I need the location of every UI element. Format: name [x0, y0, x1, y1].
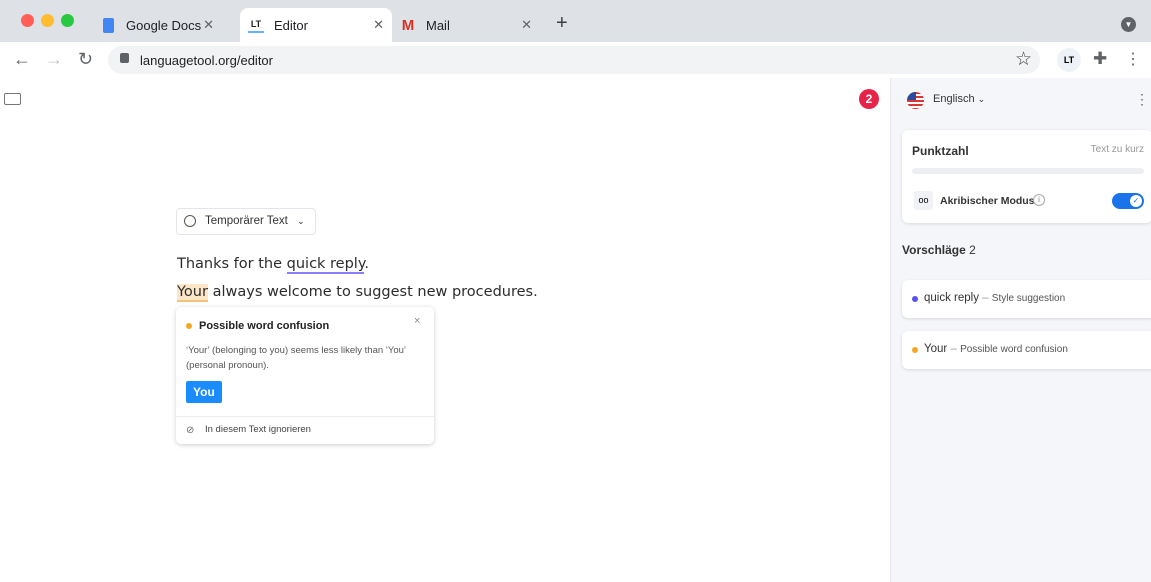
tab-label: Google Docs: [126, 17, 202, 33]
tab-editor[interactable]: LT Editor ✕: [240, 8, 392, 42]
document-menu-label: Temporärer Text: [205, 215, 288, 227]
close-tab-icon[interactable]: ✕: [203, 17, 214, 33]
extensions-puzzle-icon[interactable]: ✚: [1093, 49, 1107, 69]
close-tab-icon[interactable]: ✕: [373, 17, 384, 33]
suggestion-type: Style suggestion: [991, 293, 1066, 304]
text: always welcome to suggest new procedures…: [207, 284, 538, 300]
picky-mode-toggle[interactable]: ✓: [1112, 193, 1144, 209]
tab-google-docs[interactable]: Google Docs ✕: [92, 8, 222, 42]
document-menu[interactable]: Temporärer Text ⌄: [176, 208, 316, 235]
suggestion-word: Your: [924, 343, 948, 355]
score-progress-bar: [912, 168, 1144, 174]
forward-button[interactable]: →: [45, 49, 63, 70]
maximize-window-button[interactable]: [61, 14, 74, 27]
chevron-down-icon: ⌄: [297, 216, 305, 226]
confusion-dot-icon: [186, 323, 192, 329]
tab-label: Editor: [274, 17, 308, 33]
address-bar[interactable]: languagetool.org/editor ☆: [108, 46, 1040, 74]
google-docs-icon: [100, 17, 116, 33]
tab-bar: Google Docs ✕ LT Editor ✕ M Mail ✕ + ▼: [0, 0, 1151, 42]
ignore-label: In diesem Text ignorieren: [205, 424, 311, 435]
browser-toolbar: ← → ↻ languagetool.org/editor ☆ LT ✚ ⋮: [0, 42, 1151, 78]
suggestion-type: Possible word confusion: [960, 344, 1068, 355]
confusion-dot-icon: [912, 347, 918, 353]
close-window-button[interactable]: [21, 14, 34, 27]
clock-icon: [184, 215, 196, 227]
sidebar-menu-icon[interactable]: ⋮: [1135, 91, 1149, 108]
score-label: Punktzahl: [912, 144, 969, 158]
suggestion-word: quick reply: [924, 292, 979, 304]
sidebar-toggle-icon[interactable]: [4, 93, 21, 105]
error-popup: Possible word confusion × ‘Your’ (belong…: [176, 307, 434, 444]
tab-mail[interactable]: M Mail ✕: [392, 8, 540, 42]
lock-icon: [120, 53, 129, 63]
style-dot-icon: [912, 296, 918, 302]
ignore-button[interactable]: ⊘ In diesem Text ignorieren: [176, 416, 434, 444]
languagetool-extension-button[interactable]: LT: [1057, 48, 1081, 72]
suggestion-item[interactable]: quick reply – Style suggestion: [902, 280, 1151, 318]
info-icon[interactable]: i: [1033, 194, 1045, 206]
text: .: [364, 256, 369, 272]
text: Thanks for the: [177, 256, 287, 272]
score-status: Text zu kurz: [1090, 144, 1144, 155]
minimize-window-button[interactable]: [41, 14, 54, 27]
score-card: Punktzahl Text zu kurz oo Akribischer Mo…: [902, 130, 1151, 223]
language-label: Englisch: [933, 93, 975, 105]
picky-mode-label: Akribischer Modus: [940, 195, 1035, 207]
tab-search-icon[interactable]: ▼: [1121, 17, 1136, 32]
us-flag-icon: [907, 92, 924, 109]
error-count-badge[interactable]: 2: [859, 89, 879, 109]
check-icon: ✓: [1130, 195, 1142, 207]
suggestion-button[interactable]: You: [186, 381, 222, 403]
new-tab-button[interactable]: +: [556, 12, 568, 35]
editor-area: 2 Temporärer Text ⌄ Thanks for the quick…: [0, 78, 890, 582]
text-line-1[interactable]: Thanks for the quick reply.: [177, 256, 369, 274]
url-text: languagetool.org/editor: [140, 52, 273, 68]
suggestions-label: Vorschläge: [902, 243, 966, 257]
gmail-icon: M: [401, 16, 415, 34]
bookmark-star-icon[interactable]: ☆: [1015, 48, 1032, 71]
languagetool-icon: LT: [248, 17, 264, 33]
language-select[interactable]: Englisch ⌄: [933, 93, 985, 105]
suggestions-heading: Vorschläge 2: [902, 243, 976, 257]
chevron-down-icon: ⌄: [977, 94, 986, 104]
reload-button[interactable]: ↻: [78, 49, 93, 70]
popup-title: Possible word confusion: [199, 320, 330, 332]
sidebar: Englisch ⌄ ⋮ Punktzahl Text zu kurz oo A…: [890, 78, 1151, 582]
back-button[interactable]: ←: [13, 49, 31, 70]
text-line-2[interactable]: Your always welcome to suggest new proce…: [177, 284, 538, 302]
suggestions-count: 2: [969, 243, 976, 257]
close-popup-icon[interactable]: ×: [414, 315, 420, 327]
suggestion-item[interactable]: Your – Possible word confusion: [902, 331, 1151, 369]
popup-message: ‘Your’ (belonging to you) seems less lik…: [186, 345, 406, 371]
confusion-error-highlight[interactable]: Your: [177, 284, 208, 302]
glasses-icon: oo: [914, 191, 933, 210]
ignore-icon: ⊘: [186, 425, 195, 436]
close-tab-icon[interactable]: ✕: [521, 17, 532, 33]
style-error-highlight[interactable]: quick reply: [286, 256, 365, 274]
tab-label: Mail: [426, 17, 450, 33]
browser-menu-icon[interactable]: ⋮: [1125, 49, 1141, 69]
